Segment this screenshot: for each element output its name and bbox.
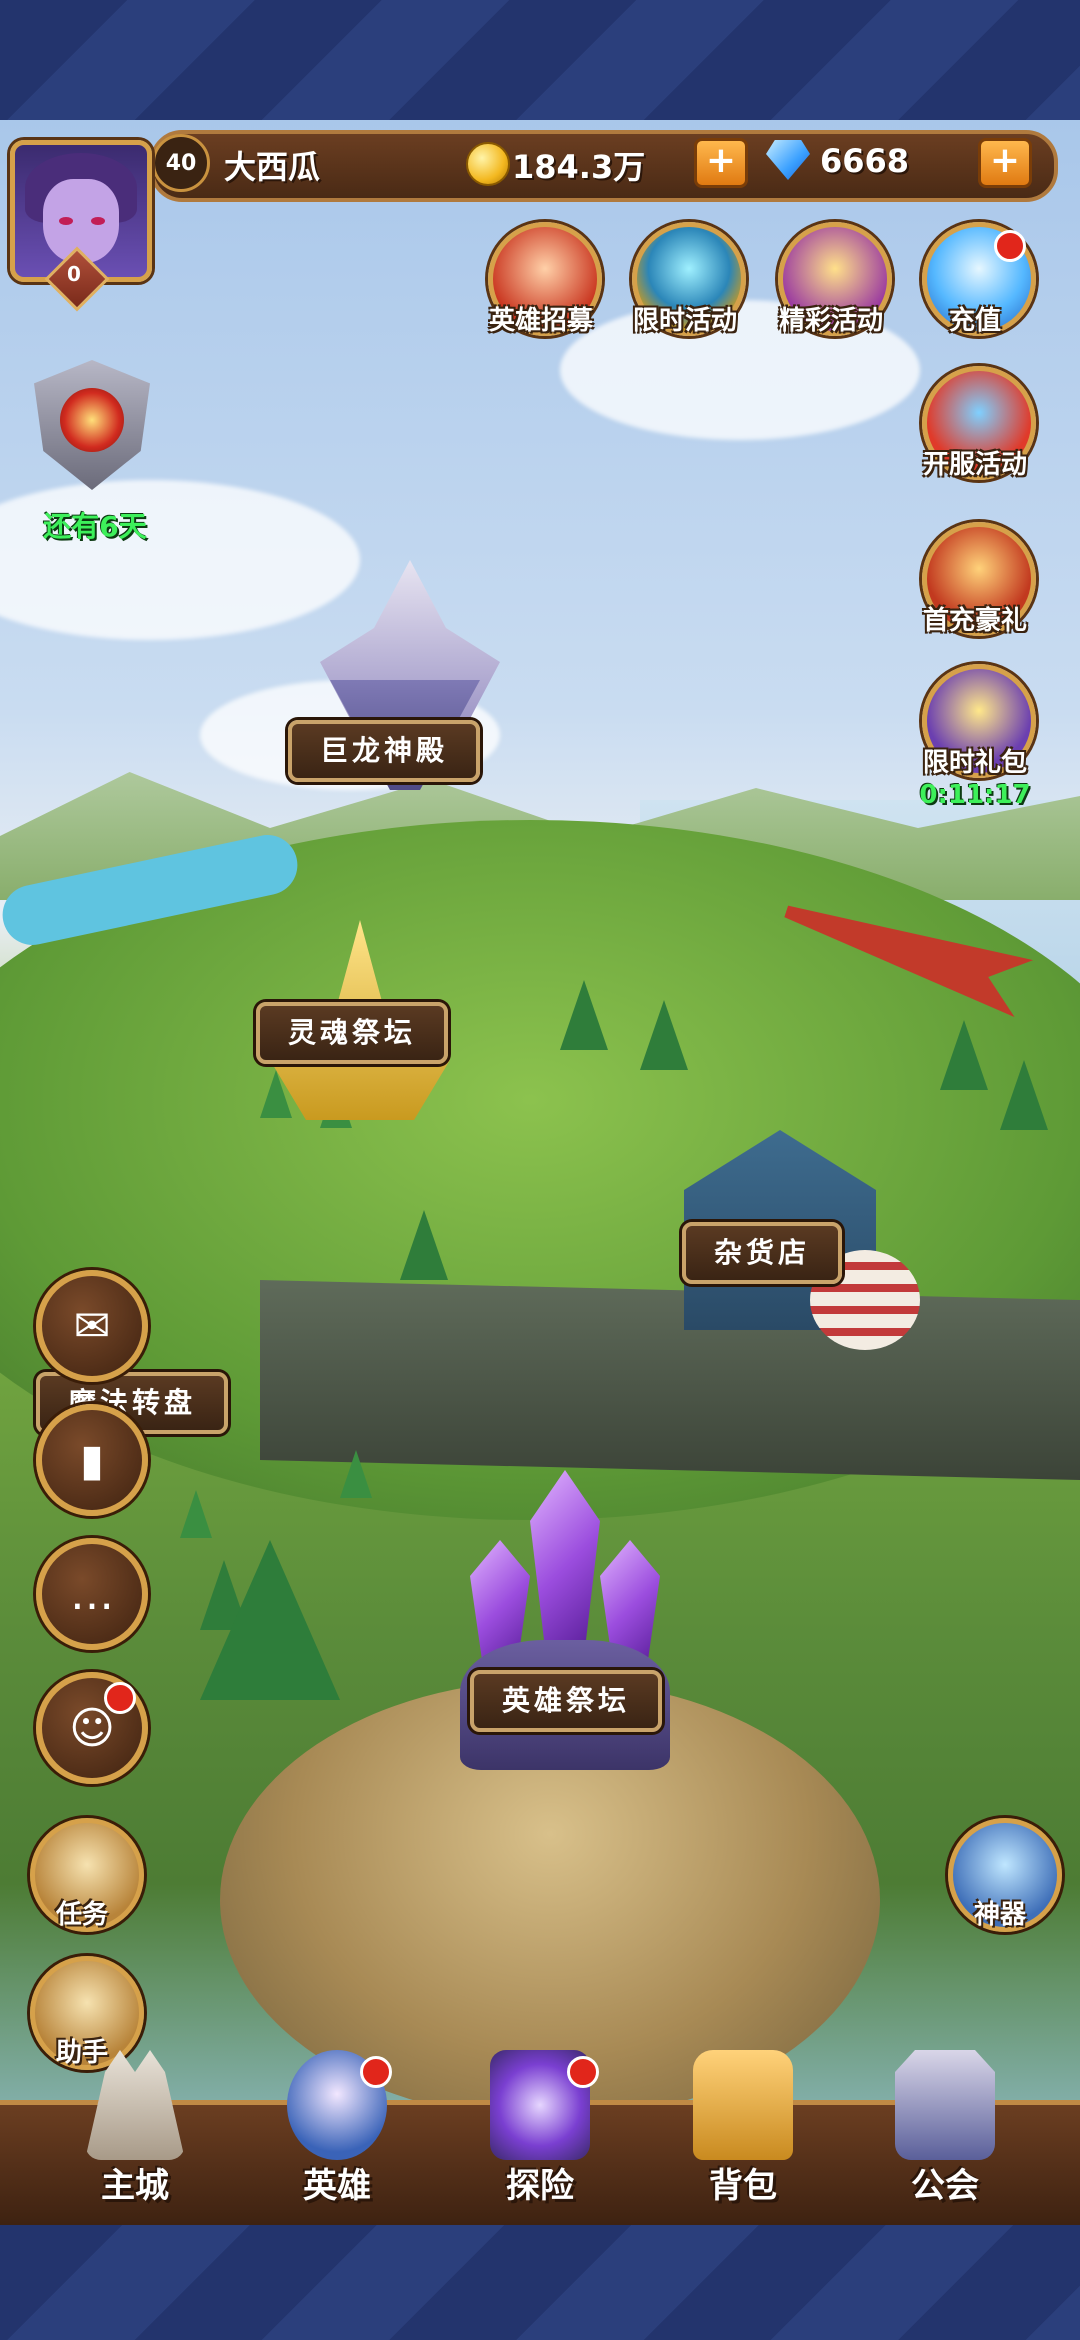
shield-gem-icon bbox=[60, 388, 124, 452]
featured-event-label: 精彩活动 bbox=[778, 306, 883, 336]
nav-bag[interactable]: 背包 bbox=[648, 2050, 838, 2210]
chat-icon: … bbox=[70, 1568, 114, 1620]
server-launch-event-label: 开服活动 bbox=[922, 450, 1027, 480]
hero-altar-plaque[interactable]: 英雄祭坛 bbox=[470, 1670, 663, 1732]
limited-event-label: 限时活动 bbox=[632, 306, 737, 336]
mail-button[interactable]: ✉ bbox=[36, 1270, 148, 1382]
avatar-eye bbox=[59, 217, 73, 225]
gem-amount: 6668 bbox=[820, 142, 910, 180]
notification-dot bbox=[360, 2056, 392, 2088]
nav-heroes[interactable]: 英雄 bbox=[242, 2050, 432, 2210]
avatar-eye bbox=[91, 217, 105, 225]
add-gold-button[interactable]: + bbox=[694, 138, 748, 188]
dragon-temple-plaque[interactable]: 巨龙神殿 bbox=[288, 720, 481, 782]
tasks-label: 任务 bbox=[55, 1900, 108, 1930]
nav-city[interactable]: 主城 bbox=[40, 2050, 230, 2210]
mail-icon: ✉ bbox=[73, 1300, 111, 1352]
notification-dot bbox=[994, 230, 1026, 262]
nav-explore-label: 探险 bbox=[506, 2166, 574, 2206]
frame-top bbox=[0, 0, 1080, 120]
first-recharge-label: 首充豪礼 bbox=[922, 606, 1027, 636]
vip-level: 0 bbox=[67, 262, 81, 286]
gift-pack-label: 限时礼包 bbox=[922, 748, 1027, 778]
ranking-icon: ▮ bbox=[79, 1434, 105, 1486]
notification-dot bbox=[104, 1682, 136, 1714]
nav-bag-label: 背包 bbox=[709, 2166, 777, 2206]
event-shield-button[interactable] bbox=[12, 350, 172, 510]
soul-altar-plaque[interactable]: 灵魂祭坛 bbox=[256, 1002, 449, 1064]
tree bbox=[1000, 1060, 1048, 1130]
chat-button[interactable]: … bbox=[36, 1538, 148, 1650]
artifact-label: 神器 bbox=[973, 1900, 1026, 1930]
tree bbox=[560, 980, 608, 1050]
castle-icon bbox=[85, 2050, 185, 2160]
gold-amount: 184.3万 bbox=[512, 148, 646, 186]
nav-heroes-label: 英雄 bbox=[303, 2166, 371, 2206]
tree bbox=[340, 1450, 372, 1498]
shop-plaque[interactable]: 杂货店 bbox=[682, 1222, 843, 1284]
cliff bbox=[260, 1280, 1080, 1480]
event-countdown: 还有6天 bbox=[43, 510, 147, 543]
player-level: 40 bbox=[152, 134, 210, 192]
backpack-icon bbox=[693, 2050, 793, 2160]
guild-tower-icon bbox=[895, 2050, 995, 2160]
hero-recruit-label: 英雄招募 bbox=[488, 306, 593, 336]
gift-pack-timer: 0:11:17 bbox=[919, 780, 1031, 810]
tree bbox=[180, 1490, 212, 1538]
nav-guild-label: 公会 bbox=[911, 2166, 979, 2206]
tree bbox=[640, 1000, 688, 1070]
nav-city-label: 主城 bbox=[101, 2166, 169, 2206]
ranking-button[interactable]: ▮ bbox=[36, 1404, 148, 1516]
gold-coin-icon bbox=[466, 142, 510, 186]
notification-dot bbox=[567, 2056, 599, 2088]
tree bbox=[400, 1210, 448, 1280]
recharge-label: 充值 bbox=[948, 306, 1001, 336]
nav-explore[interactable]: 探险 bbox=[445, 2050, 635, 2210]
add-gems-button[interactable]: + bbox=[978, 138, 1032, 188]
tree bbox=[940, 1020, 988, 1090]
player-name[interactable]: 大西瓜 bbox=[224, 142, 320, 188]
frame-bottom bbox=[0, 2220, 1080, 2340]
nav-guild[interactable]: 公会 bbox=[850, 2050, 1040, 2210]
